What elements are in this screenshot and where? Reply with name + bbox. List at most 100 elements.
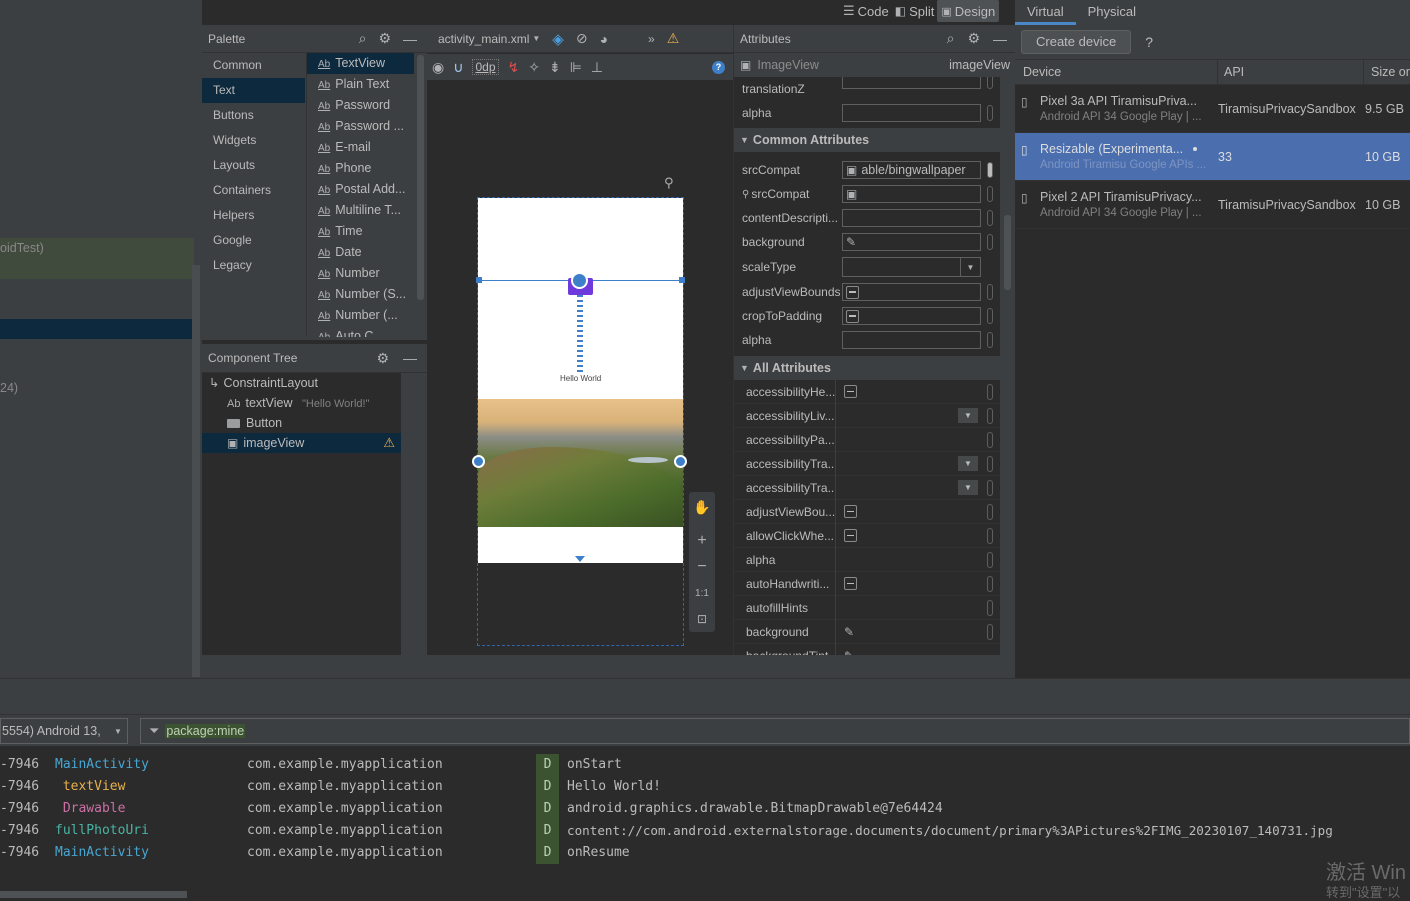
gear-icon[interactable]: ⚙ <box>378 30 391 47</box>
srccompat-field[interactable]: ▣ able/bingwallpaper <box>842 161 981 179</box>
more-icon[interactable]: » <box>648 32 655 46</box>
palette-item[interactable]: Ab Number (S... <box>307 284 414 305</box>
alpha-common-field[interactable] <box>842 331 981 349</box>
chevron-down-icon[interactable]: ▼ <box>532 34 540 43</box>
tree-node-constraintlayout[interactable]: ↳ ConstraintLayout <box>202 373 401 393</box>
side-anchor-left[interactable] <box>472 455 485 468</box>
contentdescription-field[interactable] <box>842 209 981 227</box>
palette-item[interactable]: Ab Phone <box>307 158 414 179</box>
palette-item[interactable]: Ab Multiline T... <box>307 200 414 221</box>
palette-category-common[interactable]: Common <box>202 53 305 78</box>
zoom-fit-icon[interactable]: ⊡ <box>689 608 715 630</box>
code-tab[interactable]: ☰ Code <box>840 0 892 22</box>
column-device[interactable]: Device <box>1023 65 1061 79</box>
help-button[interactable]: ? <box>1145 34 1153 50</box>
palette-item[interactable]: Ab Number (... <box>307 305 414 326</box>
palette-item[interactable]: Ab Date <box>307 242 414 263</box>
device-row[interactable]: ▯ Pixel 3a API TiramisuPriva... Android … <box>1015 85 1410 133</box>
baseline-icon[interactable]: ⊥ <box>591 59 603 76</box>
device-screen[interactable]: Hello World <box>478 198 683 563</box>
chevron-down-icon[interactable]: ▼ <box>958 456 978 471</box>
design-tab[interactable]: ▣ Design <box>937 0 1000 22</box>
chevron-down-icon[interactable]: ▼ <box>958 480 978 495</box>
attributes-scrollbar[interactable] <box>1004 215 1011 290</box>
palette-item[interactable]: Ab E-mail <box>307 137 414 158</box>
palette-category-layouts[interactable]: Layouts <box>202 153 305 178</box>
palette-item[interactable]: Ab Postal Add... <box>307 179 414 200</box>
palette-item[interactable]: Ab Password ... <box>307 116 414 137</box>
checkbox-indeterminate[interactable] <box>844 505 857 518</box>
palette-category-containers[interactable]: Containers <box>202 178 305 203</box>
create-device-button[interactable]: Create device <box>1021 30 1132 54</box>
minimize-icon[interactable]: — <box>403 350 417 366</box>
srccompat-tools-field[interactable]: ▣ <box>842 185 981 203</box>
clear-constraints-icon[interactable]: ↯ <box>508 59 520 76</box>
palette-item[interactable]: Ab TextView <box>307 53 414 74</box>
palette-category-widgets[interactable]: Widgets <box>202 128 305 153</box>
theme-icon[interactable]: ◕ <box>600 31 608 47</box>
column-size[interactable]: Size on <box>1363 60 1410 85</box>
tree-node-imageview[interactable]: ▣ imageView ⚠ <box>202 433 401 453</box>
column-api[interactable]: API <box>1217 60 1244 85</box>
palette-category-google[interactable]: Google <box>202 228 305 253</box>
palette-category-buttons[interactable]: Buttons <box>202 103 305 128</box>
wrench-icon[interactable]: ⚲ <box>664 175 674 191</box>
minimize-icon[interactable]: — <box>993 31 1007 47</box>
infer-constraints-icon[interactable]: ✧ <box>528 59 540 76</box>
eyedropper-icon[interactable]: ✎ <box>846 235 856 249</box>
orientation-icon[interactable]: ⊘ <box>576 30 588 47</box>
pan-hand-icon[interactable]: ✋ <box>689 496 715 518</box>
filter-icon[interactable]: ⏷ <box>149 723 159 739</box>
zoom-out-icon[interactable]: − <box>689 556 715 578</box>
croptopadding-field[interactable] <box>842 307 981 325</box>
eye-icon[interactable]: ◉ <box>432 59 444 76</box>
bottom-anchor-arrow[interactable] <box>575 556 585 562</box>
palette-item[interactable]: AbAuto C... <box>307 326 414 337</box>
warning-icon[interactable]: ⚠ <box>383 433 395 453</box>
default-margin-button[interactable]: 0dp <box>472 59 499 75</box>
magnet-icon[interactable]: ∪ <box>453 59 463 76</box>
tab-virtual[interactable]: Virtual <box>1015 0 1076 25</box>
chevron-down-icon[interactable]: ▼ <box>960 257 980 277</box>
device-row[interactable]: ▯ Pixel 2 API TiramisuPrivacy... Android… <box>1015 181 1410 229</box>
selection-handle[interactable] <box>476 277 482 283</box>
palette-item[interactable]: Ab Number <box>307 263 414 284</box>
zoom-actual-size[interactable]: 1:1 <box>689 582 715 604</box>
palette-category-text[interactable]: Text <box>202 78 305 103</box>
split-tab[interactable]: ◧ Split <box>892 0 938 22</box>
palette-item[interactable]: Ab Plain Text <box>307 74 414 95</box>
tree-node-button[interactable]: Button <box>202 413 401 433</box>
zoom-in-icon[interactable]: + <box>689 530 715 552</box>
palette-category-legacy[interactable]: Legacy <box>202 253 305 278</box>
layout-file-tab[interactable]: activity_main.xml <box>438 32 529 46</box>
palette-item[interactable]: Ab Time <box>307 221 414 242</box>
device-row-selected[interactable]: ▯ Resizable (Experimenta... Android Tira… <box>1015 133 1410 181</box>
minimize-icon[interactable]: — <box>403 31 417 47</box>
search-icon[interactable]: ⌕ <box>947 30 955 47</box>
help-circle-icon[interactable]: ? <box>712 60 725 74</box>
chevron-down-icon[interactable]: ▼ <box>958 408 978 423</box>
checkbox-indeterminate[interactable] <box>846 285 859 299</box>
palette-item[interactable]: Ab Password <box>307 95 414 116</box>
search-icon[interactable]: ⌕ <box>359 30 367 47</box>
alpha-field[interactable] <box>842 104 981 122</box>
logcat-filter-input[interactable]: ⏷ package:mine <box>140 718 1410 744</box>
checkbox-indeterminate[interactable] <box>844 385 857 398</box>
align-icon[interactable]: ⊫ <box>570 59 582 76</box>
common-attributes-header[interactable]: ▼ Common Attributes <box>734 128 1000 152</box>
eyedropper-icon[interactable]: ✎ <box>844 625 854 639</box>
side-anchor-right[interactable] <box>674 455 687 468</box>
left-strip-scrollbar[interactable] <box>192 265 200 677</box>
all-attributes-header[interactable]: ▼ All Attributes <box>734 356 1000 380</box>
gear-icon[interactable]: ⚙ <box>376 350 389 367</box>
translationz-field[interactable] <box>842 77 981 89</box>
checkbox-indeterminate[interactable] <box>844 529 857 542</box>
widget-id[interactable]: imageView <box>949 58 1010 72</box>
tree-node-textview[interactable]: Ab textView "Hello World!" <box>202 393 401 413</box>
palette-scrollbar[interactable] <box>417 55 424 300</box>
logcat-hscrollbar[interactable] <box>0 891 187 898</box>
selection-handle[interactable] <box>679 277 685 283</box>
device-selector[interactable]: 5554) Android 13, ▼ <box>0 718 128 744</box>
checkbox-indeterminate[interactable] <box>844 577 857 590</box>
warning-icon[interactable]: ⚠ <box>667 30 680 47</box>
